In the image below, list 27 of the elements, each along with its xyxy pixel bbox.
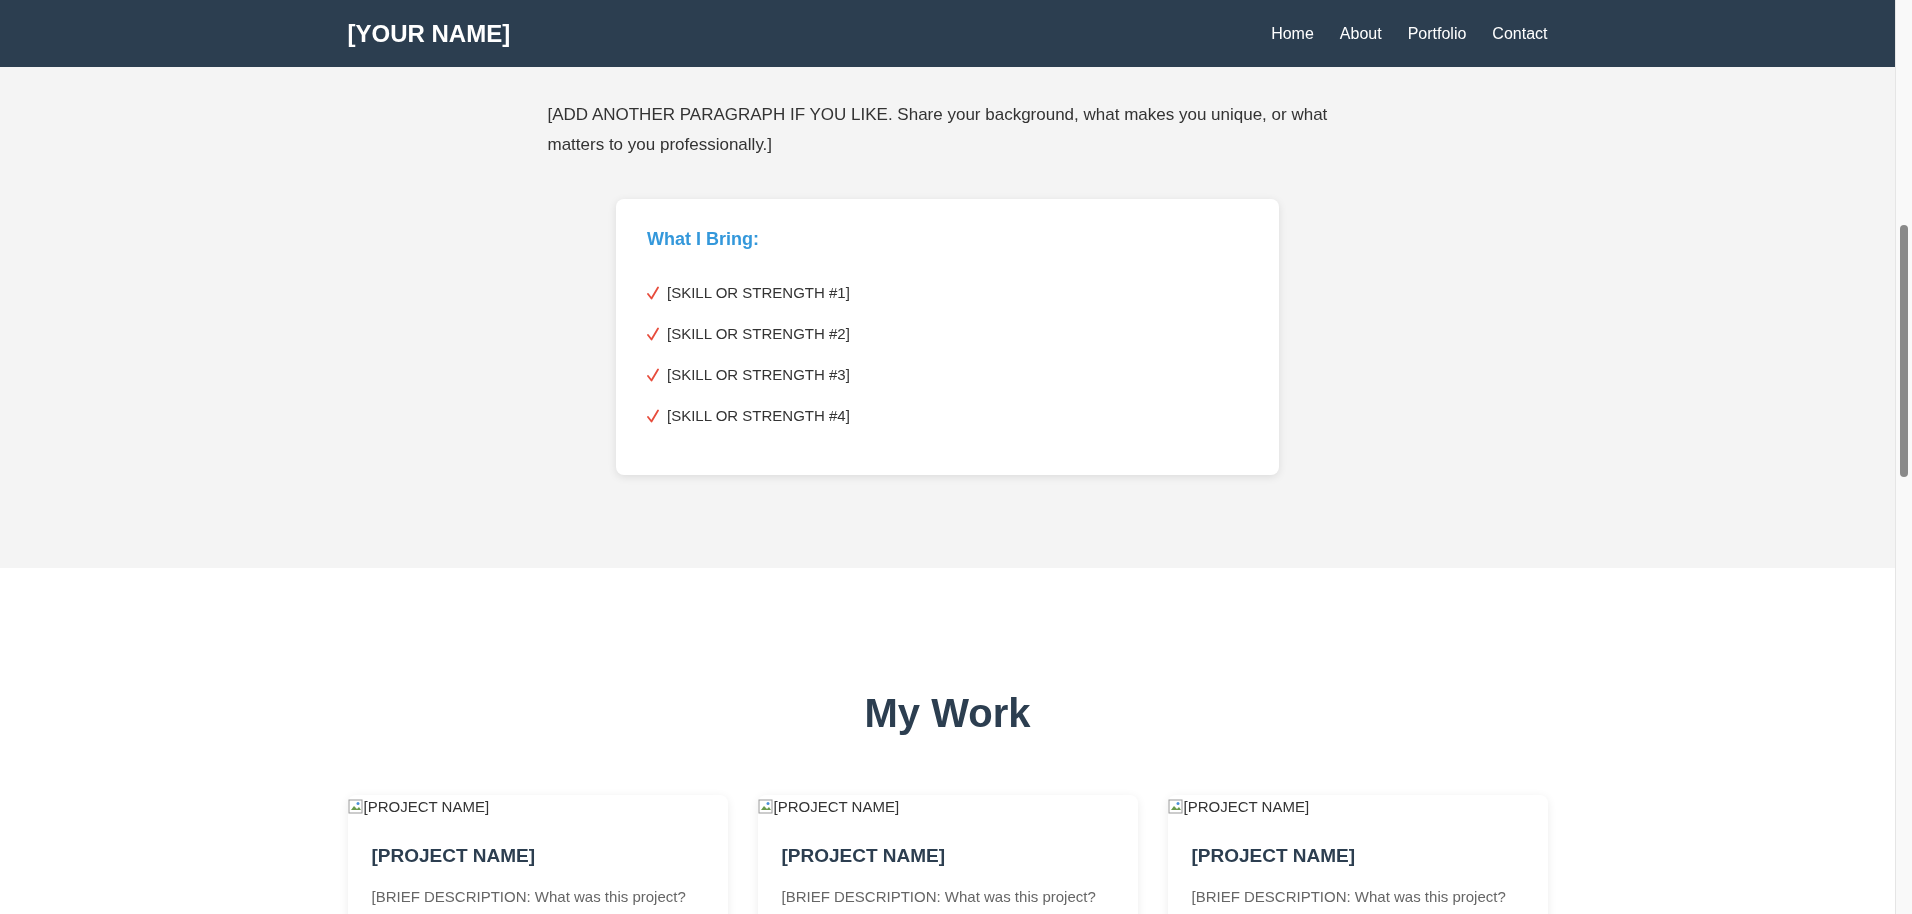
skill-text: [SKILL OR STRENGTH #2] <box>667 323 850 344</box>
skill-text: [SKILL OR STRENGTH #1] <box>667 282 850 303</box>
image-alt-text: [PROJECT NAME] <box>773 796 900 817</box>
project-title: [PROJECT NAME] <box>781 845 947 868</box>
nav-link[interactable]: Contact <box>1492 21 1548 46</box>
nav-link[interactable]: Home <box>1271 21 1314 46</box>
card-heading: What I Bring: <box>647 229 760 251</box>
project-description: [BRIEF DESCRIPTION: What was this project? <box>781 886 1097 907</box>
check-icon <box>647 327 659 342</box>
nav-link[interactable]: Portfolio <box>1407 21 1467 46</box>
scrollbar-thumb[interactable] <box>1900 225 1908 477</box>
check-icon <box>647 409 659 424</box>
skill-text: [SKILL OR STRENGTH #3] <box>667 364 850 385</box>
project-title: [PROJECT NAME] <box>1191 845 1357 868</box>
check-icon <box>647 286 659 301</box>
scrollbar[interactable] <box>1895 0 1912 914</box>
paragraph: [ADD ANOTHER PARAGRAPH IF YOU LIKE. Share your background, what makes you unique, or what matters to you professionally.] <box>547 104 1329 156</box>
skill-text: [SKILL OR STRENGTH #4] <box>667 405 850 426</box>
image-alt-text: [PROJECT NAME] <box>1183 796 1310 817</box>
check-icon <box>647 368 659 383</box>
project-title: [PROJECT NAME] <box>371 845 537 868</box>
nav-link[interactable]: About <box>1339 21 1382 46</box>
image-alt-text: [PROJECT NAME] <box>363 796 490 817</box>
section-heading: My Work <box>863 690 1032 737</box>
brand-name[interactable]: [YOUR NAME] <box>347 15 511 52</box>
project-description: [BRIEF DESCRIPTION: What was this project? <box>1191 886 1507 907</box>
project-description: [BRIEF DESCRIPTION: What was this project? <box>371 886 687 907</box>
